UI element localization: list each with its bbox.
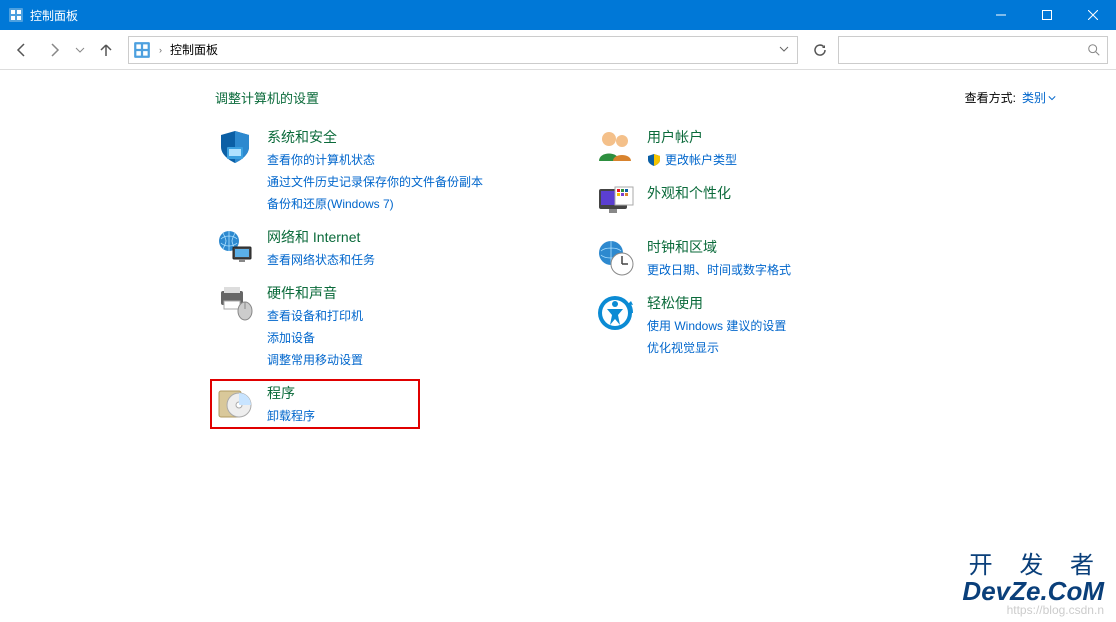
watermark-devze-text: DevZe.CoM — [962, 578, 1104, 604]
window-title: 控制面板 — [30, 7, 78, 24]
refresh-button[interactable] — [806, 36, 834, 64]
view-by-control: 查看方式: 类别 — [965, 89, 1056, 106]
category-network-internet: 网络和 Internet 查看网络状态和任务 — [215, 227, 565, 269]
uac-shield-icon — [647, 153, 661, 167]
up-button[interactable] — [92, 36, 120, 64]
close-button[interactable] — [1070, 0, 1116, 30]
category-link[interactable]: 更改帐户类型 — [647, 151, 737, 169]
category-clock-region: 时钟和区域 更改日期、时间或数字格式 — [595, 237, 945, 279]
category-column-right: 用户帐户 更改帐户类型 外观和个性化 — [595, 127, 945, 425]
watermark-devze: 开 发 者 DevZe.CoM — [962, 554, 1104, 604]
view-by-value: 类别 — [1022, 89, 1046, 106]
category-link-text: 更改帐户类型 — [665, 151, 737, 169]
category-title[interactable]: 外观和个性化 — [647, 183, 731, 203]
forward-button[interactable] — [40, 36, 68, 64]
window-titlebar: 控制面板 — [0, 0, 1116, 30]
shield-monitor-icon — [215, 127, 255, 167]
search-input[interactable] — [838, 36, 1108, 64]
category-title[interactable]: 硬件和声音 — [267, 283, 363, 303]
category-system-security: 系统和安全 查看你的计算机状态 通过文件历史记录保存你的文件备份副本 备份和还原… — [215, 127, 565, 213]
page-title: 调整计算机的设置 — [215, 88, 319, 107]
control-panel-icon — [8, 7, 24, 23]
category-link[interactable]: 优化视觉显示 — [647, 339, 786, 357]
category-hardware-sound: 硬件和声音 查看设备和打印机 添加设备 调整常用移动设置 — [215, 283, 565, 369]
disc-box-icon — [215, 383, 255, 423]
category-column-left: 系统和安全 查看你的计算机状态 通过文件历史记录保存你的文件备份副本 备份和还原… — [215, 127, 565, 425]
category-link[interactable]: 更改日期、时间或数字格式 — [647, 261, 791, 279]
users-icon — [595, 127, 635, 167]
breadcrumb-chevron-icon[interactable]: › — [157, 45, 164, 55]
category-link[interactable]: 添加设备 — [267, 329, 363, 347]
category-link[interactable]: 备份和还原(Windows 7) — [267, 195, 483, 213]
ease-of-access-icon — [595, 293, 635, 333]
category-title[interactable]: 系统和安全 — [267, 127, 483, 147]
maximize-button[interactable] — [1024, 0, 1070, 30]
category-link[interactable]: 查看你的计算机状态 — [267, 151, 483, 169]
minimize-button[interactable] — [978, 0, 1024, 30]
monitor-grid-icon — [595, 183, 635, 223]
address-bar[interactable]: › 控制面板 — [128, 36, 798, 64]
category-title[interactable]: 轻松使用 — [647, 293, 786, 313]
control-panel-small-icon — [133, 41, 151, 59]
address-dropdown-icon[interactable] — [775, 43, 793, 57]
category-title[interactable]: 网络和 Internet — [267, 227, 375, 247]
view-by-dropdown[interactable]: 类别 — [1022, 89, 1056, 106]
category-link[interactable]: 查看网络状态和任务 — [267, 251, 375, 269]
content-area: 调整计算机的设置 查看方式: 类别 系统和安全 查看你的计算机状态 通过文件历史… — [0, 70, 1116, 622]
back-button[interactable] — [8, 36, 36, 64]
category-title[interactable]: 程序 — [267, 383, 315, 403]
category-ease-of-access: 轻松使用 使用 Windows 建议的设置 优化视觉显示 — [595, 293, 945, 357]
search-icon — [1087, 43, 1101, 57]
category-link[interactable]: 通过文件历史记录保存你的文件备份副本 — [267, 173, 483, 191]
category-link[interactable]: 查看设备和打印机 — [267, 307, 363, 325]
recent-dropdown[interactable] — [72, 36, 88, 64]
category-link[interactable]: 调整常用移动设置 — [267, 351, 363, 369]
category-title[interactable]: 时钟和区域 — [647, 237, 791, 257]
category-link[interactable]: 使用 Windows 建议的设置 — [647, 317, 786, 335]
address-text[interactable]: 控制面板 — [170, 41, 769, 58]
clock-globe-icon — [595, 237, 635, 277]
printer-mouse-icon — [215, 283, 255, 323]
watermark-kfz: 开 发 者 — [962, 554, 1104, 578]
category-programs: 程序 卸载程序 — [215, 383, 565, 425]
category-user-accounts: 用户帐户 更改帐户类型 — [595, 127, 945, 169]
chevron-down-icon — [1048, 94, 1056, 102]
watermark-csdn: https://blog.csdn.n — [1007, 603, 1104, 617]
globe-monitor-icon — [215, 227, 255, 267]
category-link-uninstall[interactable]: 卸载程序 — [267, 407, 315, 425]
navigation-toolbar: › 控制面板 — [0, 30, 1116, 70]
view-by-label: 查看方式: — [965, 89, 1016, 106]
category-appearance-personalization: 外观和个性化 — [595, 183, 945, 223]
category-title[interactable]: 用户帐户 — [647, 127, 737, 147]
